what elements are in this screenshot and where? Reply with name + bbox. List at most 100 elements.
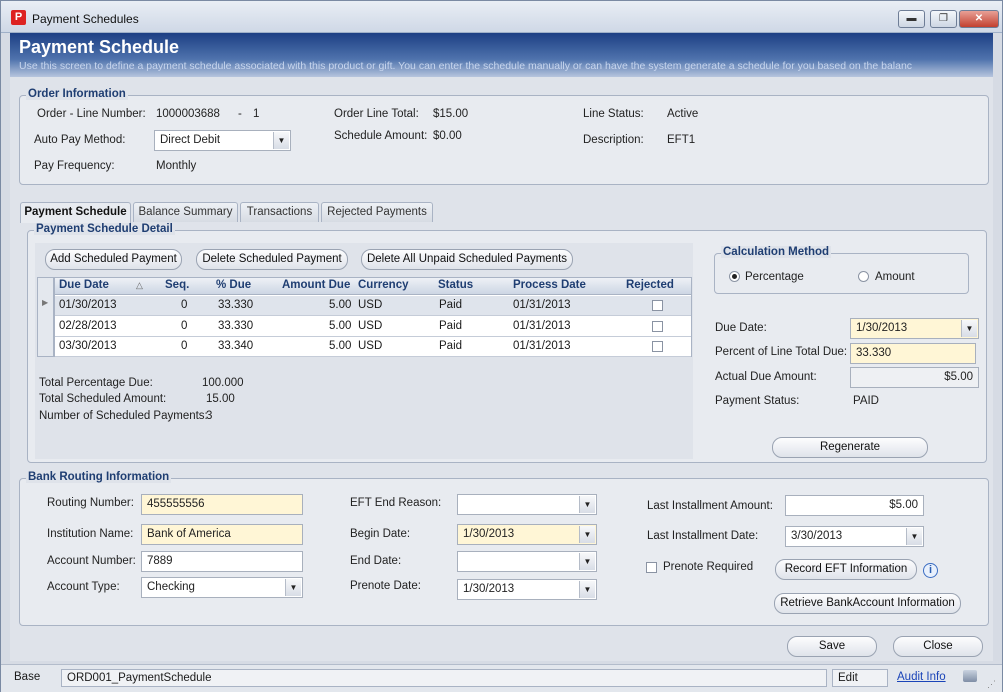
chevron-down-icon: ▼	[579, 581, 595, 598]
auto-pay-value: Direct Debit	[160, 134, 221, 146]
cell-due-date: 02/28/2013	[59, 320, 117, 332]
info-icon[interactable]: i	[923, 563, 938, 578]
col-amount-due[interactable]: Amount Due	[282, 279, 350, 291]
begin-date-value: 1/30/2013	[463, 528, 515, 540]
schedule-amount-label: Schedule Amount:	[334, 130, 428, 142]
regenerate-button[interactable]: Regenerate	[772, 437, 928, 458]
cell-process-date: 01/31/2013	[513, 320, 571, 332]
chevron-down-icon: ▼	[579, 553, 595, 570]
account-type-label: Account Type:	[47, 581, 120, 593]
eft-end-reason-select[interactable]: ▼	[457, 494, 597, 515]
cell-currency: USD	[358, 299, 383, 311]
percent-of-line-label: Percent of Line Total Due:	[715, 346, 848, 358]
cell-seq: 0	[181, 299, 188, 311]
col-status[interactable]: Status	[438, 279, 473, 291]
resize-grip-icon[interactable]: ⋰	[987, 679, 996, 690]
account-number-input[interactable]: 7889	[141, 551, 303, 572]
delete-scheduled-payment-button[interactable]: Delete Scheduled Payment	[196, 249, 348, 270]
col-process-date[interactable]: Process Date	[513, 279, 586, 291]
total-percentage-label: Total Percentage Due:	[39, 377, 153, 389]
institution-name-input[interactable]: Bank of America	[141, 524, 303, 545]
amount-label: Amount	[875, 271, 915, 283]
cell-currency: USD	[358, 340, 383, 352]
col-seq[interactable]: Seq.	[165, 279, 189, 291]
col-due-date[interactable]: Due Date	[59, 279, 109, 291]
chevron-down-icon: ▼	[273, 132, 289, 149]
account-type-select[interactable]: Checking ▼	[141, 577, 303, 598]
bank-routing-title: Bank Routing Information	[26, 471, 172, 483]
cell-process-date: 01/31/2013	[513, 340, 571, 352]
delete-all-unpaid-button[interactable]: Delete All Unpaid Scheduled Payments	[361, 249, 573, 270]
order-dash: -	[238, 108, 242, 120]
percent-of-line-input[interactable]: 33.330	[850, 343, 976, 364]
col-pct-due[interactable]: % Due	[216, 279, 251, 291]
last-installment-date-select[interactable]: 3/30/2013 ▼	[785, 526, 924, 547]
line-number-value: 1	[253, 108, 260, 120]
maximize-button[interactable]: ❐	[930, 10, 957, 28]
app-logo-icon: P	[11, 10, 26, 25]
payment-schedule-grid: Due Date △ Seq. % Due Amount Due Currenc…	[54, 277, 692, 357]
cell-pct-due: 33.330	[218, 299, 254, 311]
calculation-method-title: Calculation Method	[721, 246, 832, 258]
save-button[interactable]: Save	[787, 636, 877, 657]
tab-rejected-payments[interactable]: Rejected Payments	[321, 202, 433, 222]
order-line-total-value: $15.00	[433, 108, 469, 120]
prenote-required-checkbox[interactable]	[646, 562, 657, 573]
begin-date-label: Begin Date:	[350, 528, 411, 540]
table-row[interactable]: 03/30/2013 0 33.340 5.00 USD Paid 01/31/…	[55, 337, 691, 357]
col-currency[interactable]: Currency	[358, 279, 409, 291]
amount-radio[interactable]	[858, 271, 869, 282]
application-window: P Payment Schedules ▬ ❐ ✕ Payment Schedu…	[0, 0, 1003, 692]
cell-currency: USD	[358, 320, 383, 332]
table-row[interactable]: 01/30/2013 0 33.330 5.00 USD Paid 01/31/…	[55, 296, 691, 316]
rejected-checkbox[interactable]	[652, 300, 663, 311]
chevron-down-icon: ▼	[579, 496, 595, 513]
cell-due-date: 03/30/2013	[59, 340, 117, 352]
end-date-select[interactable]: ▼	[457, 551, 597, 572]
institution-name-label: Institution Name:	[47, 528, 134, 540]
cell-seq: 0	[181, 320, 188, 332]
rejected-checkbox[interactable]	[652, 321, 663, 332]
printer-icon[interactable]	[963, 670, 977, 682]
cell-amount-due: 5.00	[329, 299, 352, 311]
begin-date-select[interactable]: 1/30/2013 ▼	[457, 524, 597, 545]
detail-due-date-select[interactable]: 1/30/2013 ▼	[850, 318, 979, 339]
prenote-required-label: Prenote Required	[663, 561, 754, 573]
line-status-value: Active	[667, 108, 699, 120]
cell-amount-due: 5.00	[329, 340, 352, 352]
description-label: Description:	[583, 134, 644, 146]
percentage-radio[interactable]	[729, 271, 740, 282]
chevron-down-icon: ▼	[961, 320, 977, 337]
page-description: Use this screen to define a payment sche…	[19, 60, 913, 72]
rejected-checkbox[interactable]	[652, 341, 663, 352]
prenote-date-value: 1/30/2013	[463, 583, 515, 595]
cell-amount-due: 5.00	[329, 320, 352, 332]
last-installment-date-value: 3/30/2013	[791, 530, 843, 542]
order-information-title: Order Information	[26, 88, 128, 100]
tab-payment-schedule[interactable]: Payment Schedule	[20, 202, 131, 223]
prenote-date-select[interactable]: 1/30/2013 ▼	[457, 579, 597, 600]
auto-pay-label: Auto Pay Method:	[34, 134, 126, 146]
cell-status: Paid	[439, 320, 463, 332]
status-bar: Base ORD001_PaymentSchedule Edit Audit I…	[1, 664, 1002, 692]
record-eft-button[interactable]: Record EFT Information	[775, 559, 917, 580]
audit-info-link[interactable]: Audit Info	[892, 669, 951, 687]
cell-seq: 0	[181, 340, 188, 352]
minimize-button[interactable]: ▬	[898, 10, 925, 28]
col-rejected[interactable]: Rejected	[626, 279, 674, 291]
add-scheduled-payment-button[interactable]: Add Scheduled Payment	[45, 249, 182, 270]
description-value: EFT1	[667, 134, 696, 146]
close-window-button[interactable]: ✕	[959, 10, 999, 28]
tab-balance-summary[interactable]: Balance Summary	[133, 202, 238, 222]
auto-pay-select[interactable]: Direct Debit ▼	[154, 130, 291, 151]
total-percentage-value: 100.000	[202, 377, 244, 389]
last-installment-amount-label: Last Installment Amount:	[647, 500, 773, 512]
retrieve-bank-account-button[interactable]: Retrieve BankAccount Information	[774, 593, 961, 614]
close-button[interactable]: Close	[893, 636, 983, 657]
payment-status-label: Payment Status:	[715, 395, 800, 407]
table-row[interactable]: 02/28/2013 0 33.330 5.00 USD Paid 01/31/…	[55, 317, 691, 337]
routing-number-input[interactable]: 455555556	[141, 494, 303, 515]
last-installment-date-label: Last Installment Date:	[647, 530, 759, 542]
tab-transactions[interactable]: Transactions	[240, 202, 319, 222]
last-installment-amount-input[interactable]: $5.00	[785, 495, 924, 516]
